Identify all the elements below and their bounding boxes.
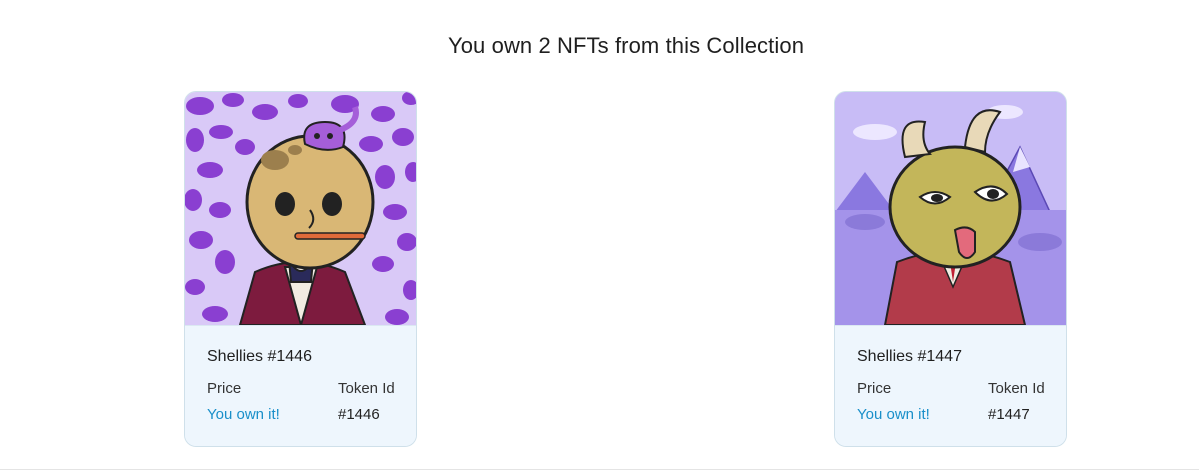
nft-name: Shellies #1447 xyxy=(857,348,962,365)
nft-name: Shellies #1446 xyxy=(207,348,312,365)
price-label: Price xyxy=(857,380,892,397)
nft-image-1446[interactable] xyxy=(185,92,416,325)
ownership-status: You own it! xyxy=(207,406,280,423)
divider xyxy=(0,469,1199,470)
nft-card-1446[interactable]: Shellies #1446 Price Token Id You own it… xyxy=(184,91,417,447)
token-id-label: Token Id xyxy=(338,380,395,397)
token-id-value: #1447 xyxy=(988,406,1030,423)
price-label: Price xyxy=(207,380,242,397)
token-id-value: #1446 xyxy=(338,406,380,423)
nft-card-1447[interactable]: Shellies #1447 Price Token Id You own it… xyxy=(834,91,1067,447)
ownership-status: You own it! xyxy=(857,406,930,423)
nft-image-1447[interactable] xyxy=(835,92,1066,325)
token-id-label: Token Id xyxy=(988,380,1045,397)
collection-heading: You own 2 NFTs from this Collection xyxy=(447,33,805,58)
